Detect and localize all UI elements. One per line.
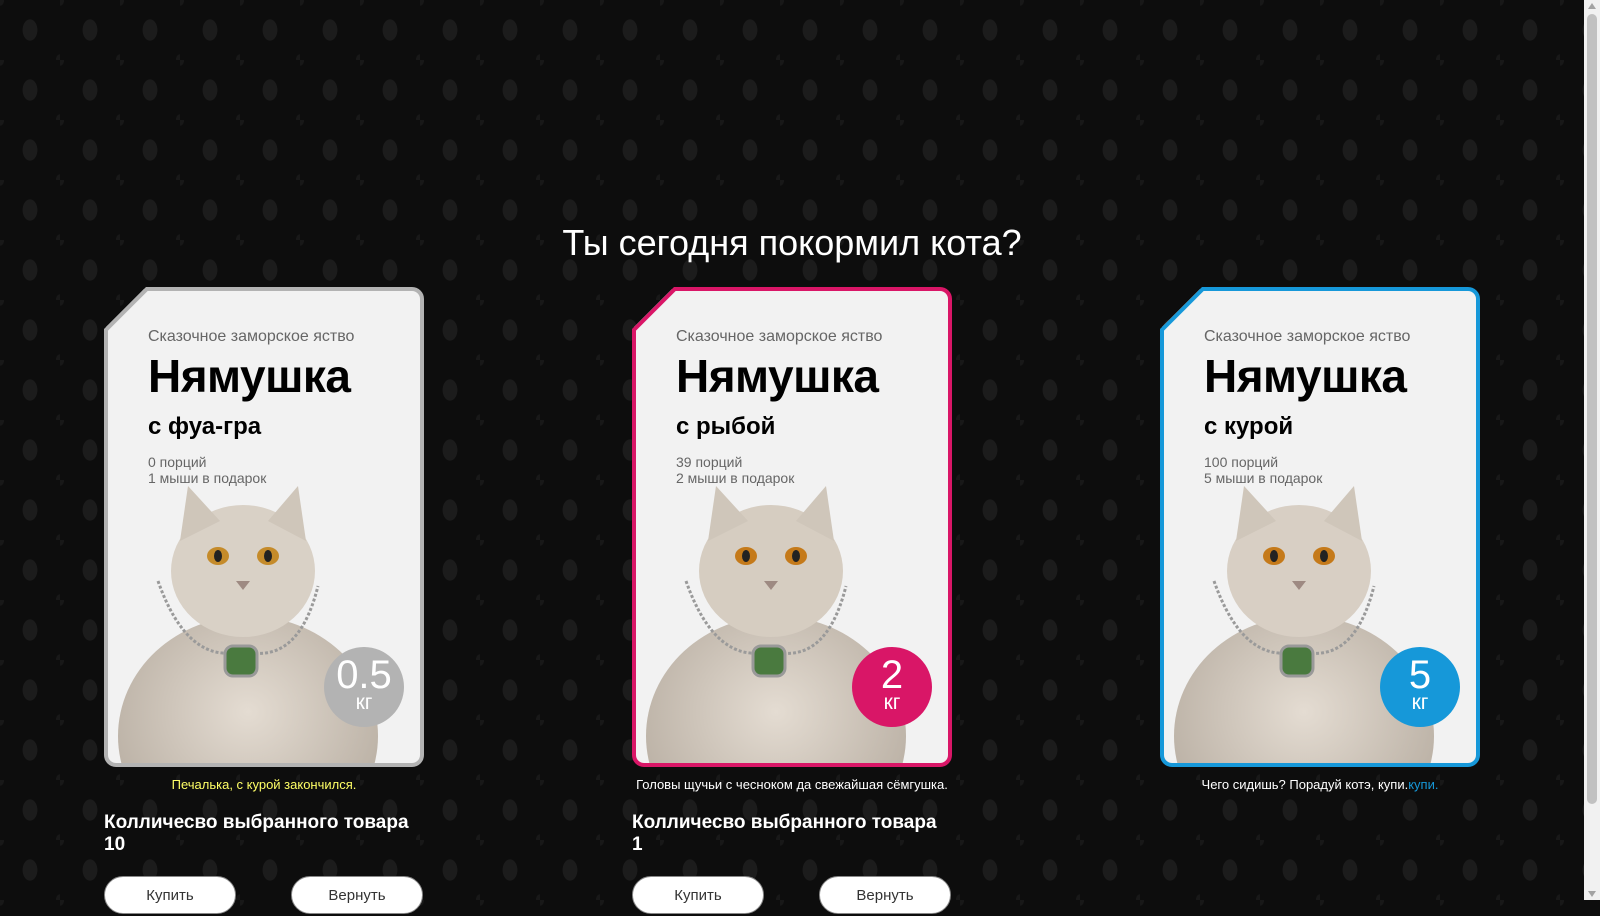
product-column-fish: Сказочное заморское яство Нямушка с рыбо… [632, 287, 952, 916]
product-description: Чего сидишь? Порадуй котэ, купи.купи. [1160, 777, 1480, 792]
product-flavor: с курой [1204, 413, 1294, 440]
card-corner [108, 291, 151, 332]
weight-badge: 5 кг [1380, 647, 1460, 727]
product-column-foie-gras: Сказочное заморское яство Нямушка с фуа-… [104, 287, 424, 916]
return-button[interactable]: Вернуть [819, 876, 951, 914]
weight-unit: кг [355, 691, 373, 714]
product-brand: Нямушка [148, 350, 351, 402]
weight-value: 5 [1408, 653, 1432, 697]
product-portions: 39 порций [676, 454, 743, 470]
return-button[interactable]: Вернуть [291, 876, 423, 914]
product-portions: 0 порций [148, 454, 207, 470]
scrollbar-thumb[interactable] [1587, 14, 1597, 804]
product-description: Печалька, с курой закончился. [171, 777, 357, 792]
product-column-chicken: Сказочное заморское яство Нямушка с куро… [1160, 287, 1480, 792]
button-row: Купить Вернуть [104, 876, 424, 916]
product-flavor: с рыбой [676, 413, 776, 440]
button-row: Купить Вернуть [632, 876, 952, 916]
product-description: Головы щучьи с чесноком да свежайшая сём… [636, 777, 948, 792]
description-text: Чего сидишь? Порадуй котэ, купи. [1201, 777, 1409, 792]
weight-value: 0.5 [336, 653, 392, 697]
product-brand: Нямушка [676, 350, 879, 402]
product-gift-mice: 1 мыши в подарок [148, 470, 267, 486]
product-card-chicken[interactable]: Сказочное заморское яство Нямушка с куро… [1160, 287, 1480, 767]
buy-link[interactable]: купи. [1408, 777, 1438, 792]
product-portions: 100 порций [1204, 454, 1279, 470]
weight-unit: кг [883, 691, 901, 714]
page: Ты сегодня покормил кота? Сказочное замо… [0, 0, 1584, 914]
selected-quantity-label: Колличесво выбранного товара 1 [632, 812, 937, 855]
card-corner [1164, 291, 1207, 332]
buy-button[interactable]: Купить [632, 876, 764, 914]
weight-badge: 0.5 кг [324, 647, 404, 727]
product-gift-mice: 2 мыши в подарок [676, 470, 795, 486]
weight-unit: кг [1411, 691, 1429, 714]
weight-value: 2 [880, 653, 904, 697]
weight-badge: 2 кг [852, 647, 932, 727]
product-card-foie-gras[interactable]: Сказочное заморское яство Нямушка с фуа-… [104, 287, 424, 767]
buy-button[interactable]: Купить [104, 876, 236, 914]
product-flavor: с фуа-гра [148, 413, 262, 440]
product-tagline: Сказочное заморское яство [676, 328, 883, 345]
product-gift-mice: 5 мыши в подарок [1204, 470, 1323, 486]
vertical-scrollbar[interactable] [1584, 0, 1600, 900]
scroll-down-icon[interactable] [1588, 891, 1596, 897]
product-tagline: Сказочное заморское яство [1204, 328, 1411, 345]
scroll-up-icon[interactable] [1588, 3, 1596, 9]
product-card-fish[interactable]: Сказочное заморское яство Нямушка с рыбо… [632, 287, 952, 767]
page-title: Ты сегодня покормил кота? [562, 222, 1022, 263]
selected-quantity-label: Колличесво выбранного товара 10 [104, 812, 409, 855]
product-brand: Нямушка [1204, 350, 1407, 402]
card-corner [636, 291, 679, 332]
product-tagline: Сказочное заморское яство [148, 328, 355, 345]
